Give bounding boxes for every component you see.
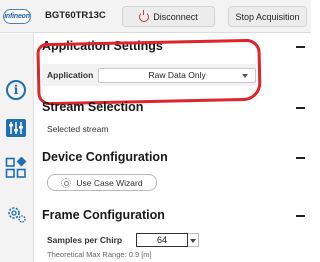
- selected-stream-label: Selected stream: [47, 124, 109, 134]
- disconnect-button[interactable]: Disconnect: [122, 6, 215, 27]
- collapse-icon[interactable]: [296, 107, 305, 109]
- logo-text: infineon: [4, 13, 30, 20]
- info-icon[interactable]: i: [4, 78, 28, 102]
- samples-per-chirp-label: Samples per Chirp: [47, 234, 123, 245]
- top-toolbar: infineon BGT60TR13C Disconnect Stop Acqu…: [0, 0, 311, 33]
- shapes-icon[interactable]: [4, 156, 28, 180]
- settings-panel: Application Settings Application Raw Dat…: [35, 34, 311, 262]
- frame-config-title: Frame Configuration: [42, 208, 165, 222]
- samples-per-chirp-input[interactable]: 64: [136, 232, 188, 247]
- infineon-logo: infineon: [3, 9, 31, 24]
- device-name: BGT60TR13C: [45, 10, 106, 21]
- use-case-wizard-button[interactable]: Use Case Wizard: [47, 174, 157, 191]
- chevron-down-icon[interactable]: [188, 232, 199, 247]
- disconnect-label: Disconnect: [153, 11, 198, 22]
- chevron-down-icon: [242, 73, 248, 78]
- samples-per-chirp-row: Samples per Chirp 64: [42, 232, 235, 247]
- gear-icon: [61, 177, 72, 188]
- stream-selection-title: Stream Selection: [42, 100, 144, 114]
- collapse-icon[interactable]: [296, 215, 305, 217]
- device-config-title: Device Configuration: [42, 150, 168, 164]
- stop-acquisition-label: Stop Acquisition: [235, 11, 300, 22]
- application-select[interactable]: Raw Data Only: [98, 67, 256, 83]
- max-range-text: Theoretical Max Range: 0.9 [m]: [47, 250, 152, 259]
- stop-acquisition-button[interactable]: Stop Acquisition: [228, 6, 307, 27]
- collapse-icon[interactable]: [296, 46, 305, 48]
- application-selected-value: Raw Data Only: [148, 70, 206, 80]
- gear-icon[interactable]: [4, 202, 28, 226]
- power-icon: [139, 9, 150, 22]
- use-case-wizard-label: Use Case Wizard: [76, 177, 143, 188]
- application-label: Application: [47, 70, 94, 80]
- collapse-icon[interactable]: [296, 157, 305, 159]
- sliders-icon[interactable]: [4, 116, 28, 140]
- app-settings-title: Application Settings: [42, 39, 163, 53]
- left-sidebar: i: [0, 34, 34, 262]
- application-row: Application Raw Data Only: [42, 64, 256, 86]
